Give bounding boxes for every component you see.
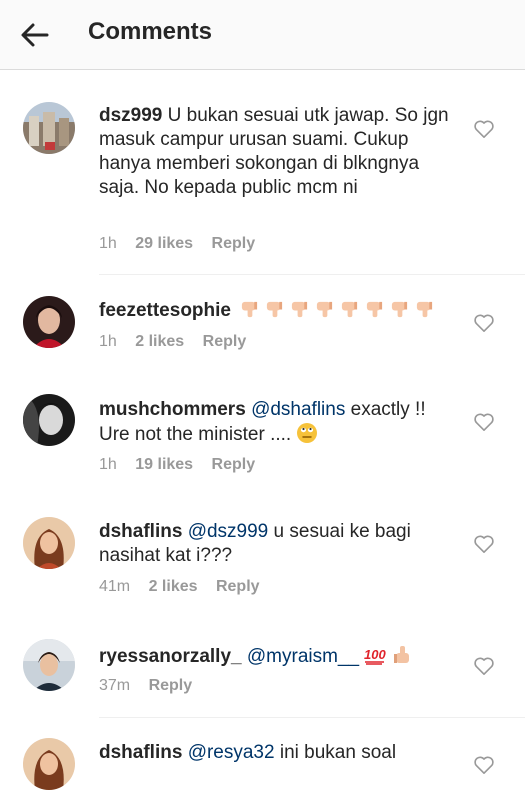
comment-likes[interactable]: 2 likes bbox=[135, 333, 184, 350]
page-title: Comments bbox=[88, 18, 213, 45]
header-bar: Comments bbox=[0, 0, 525, 70]
comment-time: 37m bbox=[99, 677, 131, 694]
comment-time: 1h bbox=[99, 456, 117, 473]
avatar[interactable] bbox=[23, 102, 75, 154]
comment-time: 41m bbox=[99, 578, 131, 595]
reply-button[interactable]: Reply bbox=[149, 677, 193, 694]
thumbs-down-emoji-icon bbox=[267, 301, 283, 318]
heart-icon[interactable] bbox=[473, 534, 495, 554]
svg-text:100: 100 bbox=[364, 647, 386, 662]
avatar[interactable] bbox=[23, 517, 75, 569]
comment-mention[interactable]: @dshaflins bbox=[251, 399, 345, 420]
comment-username[interactable]: dsz999 bbox=[99, 105, 162, 126]
comment-time: 1h bbox=[99, 235, 117, 252]
heart-icon[interactable] bbox=[473, 119, 495, 139]
comment-meta: 1h 29 likes Reply bbox=[99, 235, 269, 253]
thumbs-up-emoji-icon bbox=[393, 646, 409, 663]
comment-mention[interactable]: @dsz999 bbox=[188, 521, 269, 542]
thumbs-down-emoji-icon bbox=[417, 301, 433, 318]
eye-roll-emoji-icon bbox=[297, 423, 318, 443]
thumbs-down-emoji-icon bbox=[392, 301, 408, 318]
comment-username[interactable]: feezettesophie bbox=[99, 300, 231, 321]
comment-meta: 41m 2 likes Reply bbox=[99, 578, 274, 596]
comment-meta: 1h 2 likes Reply bbox=[99, 333, 260, 351]
reply-button[interactable]: Reply bbox=[203, 333, 247, 350]
divider bbox=[99, 717, 525, 718]
thumbs-down-emoji-icon bbox=[367, 301, 383, 318]
comment-username[interactable]: dshaflins bbox=[99, 521, 182, 542]
divider bbox=[99, 274, 525, 275]
comment-likes[interactable]: 19 likes bbox=[135, 456, 193, 473]
comment-username[interactable]: dshaflins bbox=[99, 742, 182, 763]
comment-username[interactable]: ryessanorzally_ bbox=[99, 646, 242, 667]
comment-likes[interactable]: 29 likes bbox=[135, 235, 193, 252]
reply-button[interactable]: Reply bbox=[212, 235, 256, 252]
heart-icon[interactable] bbox=[473, 313, 495, 333]
comment-meta: 1h 19 likes Reply bbox=[99, 456, 269, 474]
comment-meta: 37m Reply bbox=[99, 677, 206, 695]
comment-mention[interactable]: @myraism__ bbox=[247, 646, 359, 667]
reply-button[interactable]: Reply bbox=[216, 578, 260, 595]
back-arrow-icon[interactable] bbox=[20, 20, 50, 50]
comment-mention[interactable]: @resya32 bbox=[188, 742, 275, 763]
hundred-points-emoji-icon: 100 bbox=[364, 647, 386, 665]
thumbs-down-emoji-row bbox=[240, 300, 440, 321]
comment-username[interactable]: mushchommers bbox=[99, 399, 246, 420]
avatar[interactable] bbox=[23, 738, 75, 790]
reply-button[interactable]: Reply bbox=[212, 456, 256, 473]
avatar[interactable] bbox=[23, 296, 75, 348]
comment-time: 1h bbox=[99, 333, 117, 350]
heart-icon[interactable] bbox=[473, 755, 495, 775]
comment-likes[interactable]: 2 likes bbox=[149, 578, 198, 595]
heart-icon[interactable] bbox=[473, 412, 495, 432]
thumbs-down-emoji-icon bbox=[317, 301, 333, 318]
heart-icon[interactable] bbox=[473, 656, 495, 676]
comment-text: ini bukan soal bbox=[279, 742, 397, 763]
thumbs-down-emoji-icon bbox=[242, 301, 258, 318]
thumbs-down-emoji-icon bbox=[342, 301, 358, 318]
avatar[interactable] bbox=[23, 394, 75, 446]
avatar[interactable] bbox=[23, 639, 75, 691]
thumbs-down-emoji-icon bbox=[292, 301, 308, 318]
